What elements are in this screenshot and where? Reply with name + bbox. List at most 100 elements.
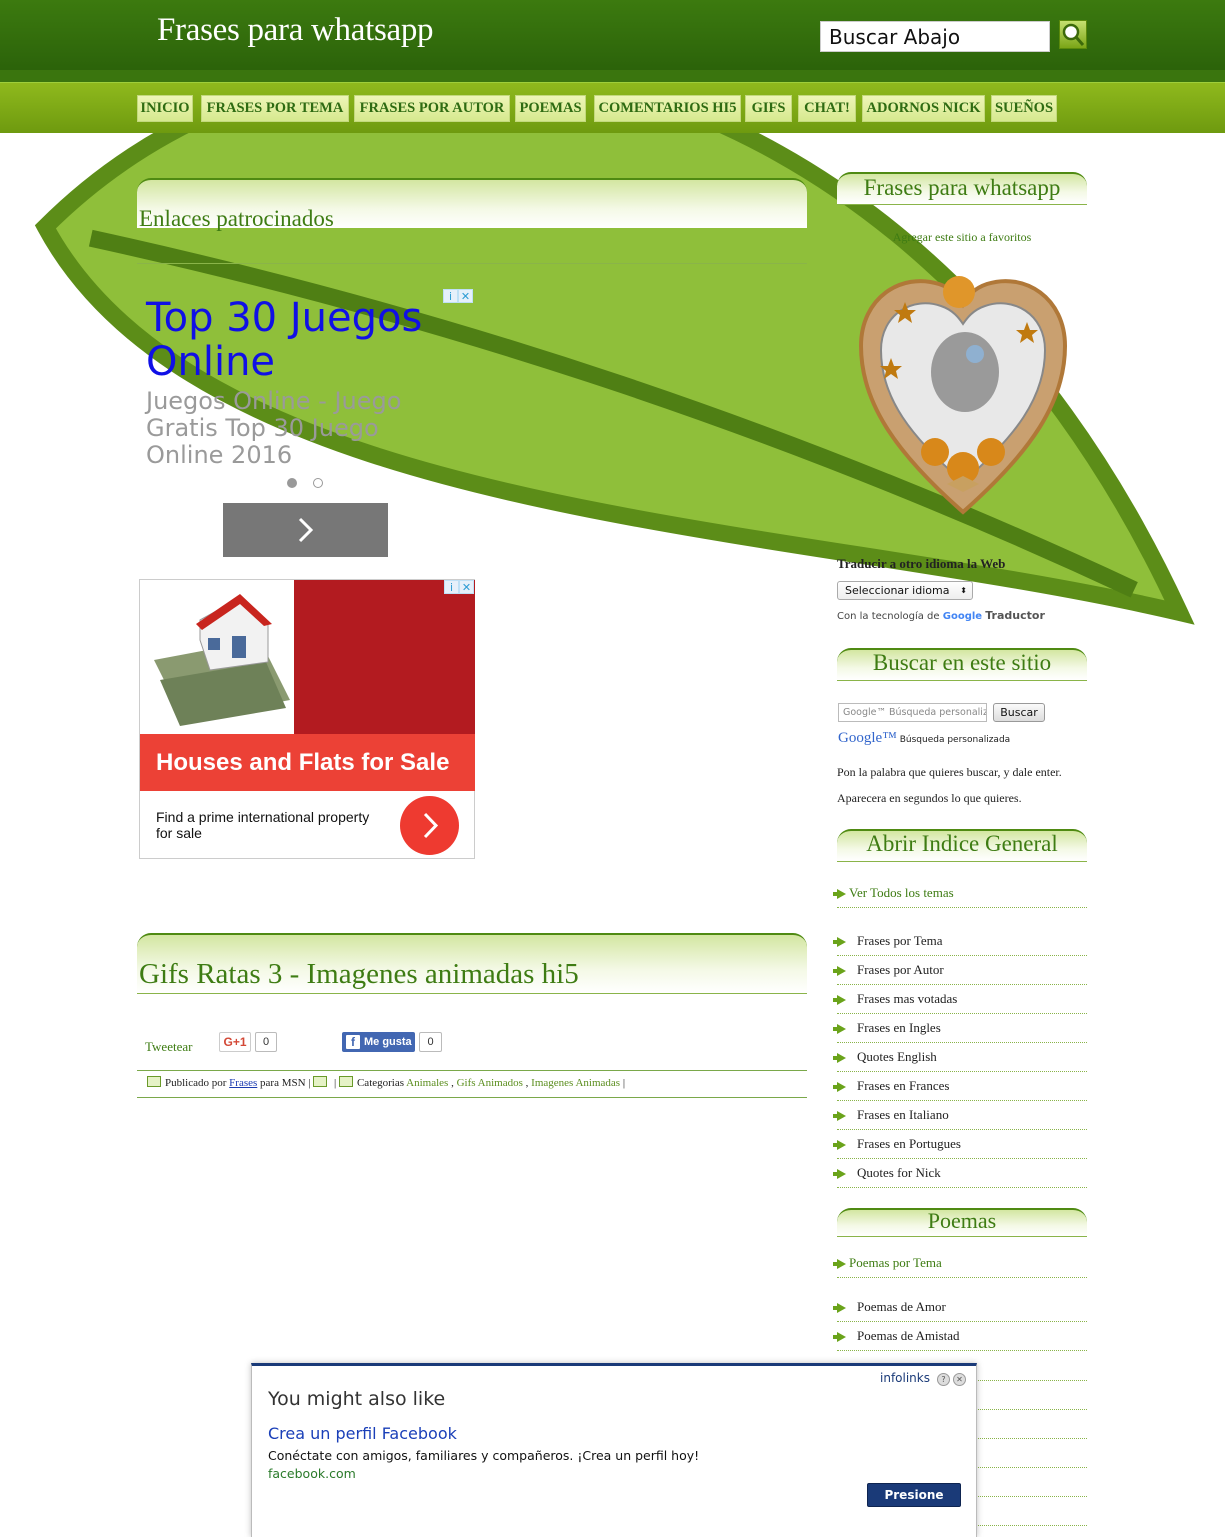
sidebar-link[interactable]: Quotes English bbox=[833, 1043, 1087, 1072]
arrow-right-icon bbox=[833, 1024, 846, 1034]
popup-title: You might also like bbox=[268, 1388, 446, 1410]
post-meta: Publicado por Frases para MSN | | Catego… bbox=[147, 1076, 625, 1089]
arrow-right-icon bbox=[833, 1140, 846, 1150]
index-box-title: Abrir Indice General bbox=[866, 831, 1058, 856]
translate-powered-by: Con la tecnología de Google Traductor bbox=[837, 609, 1045, 622]
ad-description[interactable]: Juegos Online - Juego Gratis Top 30 Jueg… bbox=[146, 388, 446, 469]
facebook-icon: f bbox=[346, 1035, 360, 1049]
ad-next-button[interactable] bbox=[223, 503, 388, 557]
search-button[interactable] bbox=[1059, 20, 1087, 49]
fb-like-count: 0 bbox=[419, 1032, 442, 1052]
nav-item-frases-por-tema[interactable]: FRASES POR TEMA bbox=[201, 95, 349, 122]
arrow-right-icon bbox=[833, 937, 846, 947]
sidebar-divider bbox=[837, 204, 1087, 205]
nav-item-adornos-nick[interactable]: ADORNOS NICK bbox=[862, 95, 985, 122]
popup-ad-link[interactable]: Crea un perfil Facebook bbox=[268, 1424, 457, 1443]
sponsored-divider bbox=[137, 263, 807, 264]
nav-item-chat[interactable]: CHAT! bbox=[798, 95, 856, 122]
site-search-input[interactable]: Google™ Búsqueda personalizada bbox=[838, 703, 987, 722]
arrow-right-icon bbox=[833, 1169, 846, 1179]
sidebar-site-title: Frases para whatsapp bbox=[863, 175, 1061, 200]
sidebar-link[interactable]: Frases en Portugues bbox=[833, 1130, 1087, 1159]
carousel-dot[interactable] bbox=[313, 478, 323, 488]
category-link-animales[interactable]: Animales bbox=[406, 1077, 448, 1089]
sidebar-link[interactable]: Frases en Frances bbox=[833, 1072, 1087, 1101]
sidebar-link[interactable]: Frases en Ingles bbox=[833, 1014, 1087, 1043]
arrow-right-icon bbox=[833, 995, 846, 1005]
header-search-input[interactable]: Buscar Abajo bbox=[820, 21, 1050, 52]
popup-cta-button[interactable]: Presione Aquí bbox=[867, 1483, 961, 1524]
nav-item-poemas[interactable]: POEMAS bbox=[515, 95, 586, 122]
fb-like-label: Me gusta bbox=[364, 1036, 412, 1048]
arrow-right-icon bbox=[833, 1082, 846, 1092]
sidebar-link[interactable]: Frases en Italiano bbox=[833, 1101, 1087, 1130]
nav-item-suenos[interactable]: SUEÑOS bbox=[991, 95, 1057, 122]
google-custom-search-brand: Google™ Búsqueda personalizada bbox=[838, 730, 1011, 746]
carousel-dot-active[interactable] bbox=[287, 478, 297, 488]
sponsored-heading: Enlaces patrocinados bbox=[139, 206, 334, 231]
folder-icon bbox=[338, 1076, 353, 1087]
index-divider bbox=[837, 861, 1087, 862]
close-icon[interactable]: ✕ bbox=[953, 1373, 966, 1386]
sidebar-link[interactable]: Poemas de Amistad bbox=[833, 1322, 1087, 1351]
search-box-title: Buscar en este sitio bbox=[872, 650, 1052, 675]
category-link-imagenes-animadas[interactable]: Imagenes Animadas bbox=[531, 1077, 620, 1089]
category-link-gifs-animados[interactable]: Gifs Animados bbox=[457, 1077, 523, 1089]
post-icon bbox=[147, 1076, 161, 1087]
poems-divider bbox=[837, 1236, 1087, 1237]
chevron-right-icon bbox=[298, 517, 314, 543]
ad-go-button[interactable] bbox=[400, 796, 459, 855]
infolinks-logo[interactable]: infolinks bbox=[880, 1371, 930, 1385]
magnifier-icon bbox=[1062, 23, 1085, 46]
arrow-right-icon bbox=[833, 1303, 846, 1313]
sidebar-link[interactable]: Quotes for Nick bbox=[833, 1159, 1087, 1188]
language-select[interactable]: Seleccionar idioma ⬍ bbox=[837, 581, 973, 600]
arrow-right-icon bbox=[833, 889, 846, 899]
popup-ad-url[interactable]: facebook.com bbox=[268, 1466, 356, 1481]
translate-label: Traducir a otro idioma la Web bbox=[837, 556, 1006, 571]
author-link[interactable]: Frases bbox=[229, 1077, 257, 1089]
ad-choices-icon[interactable]: i ✕ bbox=[444, 580, 474, 594]
gplus-count: 0 bbox=[255, 1032, 277, 1052]
arrow-right-icon bbox=[833, 1053, 846, 1063]
sidebar-link[interactable]: Frases mas votadas bbox=[833, 985, 1087, 1014]
ad-title-link[interactable]: Top 30 Juegos Online bbox=[146, 296, 446, 384]
add-favorites-link[interactable]: Agregar este sitio a favoritos bbox=[837, 230, 1087, 245]
site-title[interactable]: Frases para whatsapp bbox=[157, 12, 434, 49]
poems-all-link[interactable]: Poemas por Tema bbox=[833, 1249, 1087, 1278]
arrow-right-icon bbox=[833, 966, 846, 976]
ad-banner-text[interactable]: Houses and Flats for Sale bbox=[140, 734, 475, 791]
calendar-icon bbox=[313, 1076, 328, 1087]
nav-item-comentarios-hi5[interactable]: COMENTARIOS HI5 bbox=[594, 95, 741, 122]
header-divider bbox=[0, 70, 1225, 83]
help-icon[interactable]: ? bbox=[937, 1373, 950, 1386]
popup-ad-description: Conéctate con amigos, familiares y compa… bbox=[268, 1448, 700, 1463]
gplus-button[interactable]: G+1 bbox=[219, 1032, 251, 1052]
nav-item-frases-por-autor[interactable]: FRASES POR AUTOR bbox=[354, 95, 510, 122]
arrow-right-icon bbox=[833, 1259, 846, 1269]
site-search-button[interactable]: Buscar bbox=[993, 703, 1045, 722]
google-logo: Google bbox=[942, 611, 983, 622]
meta-bottom-divider bbox=[137, 1097, 807, 1098]
ad-body-text[interactable]: Find a prime international property for … bbox=[156, 809, 386, 841]
poems-box-title: Poemas bbox=[927, 1208, 997, 1233]
search-divider bbox=[837, 680, 1087, 681]
infolinks-popup[interactable]: You might also like infolinks ? ✕ Crea u… bbox=[251, 1363, 977, 1537]
tweet-button[interactable]: Tweetear bbox=[145, 1039, 192, 1055]
chevron-right-icon bbox=[423, 812, 439, 839]
sidebar-link[interactable]: Frases por Tema bbox=[833, 927, 1087, 956]
nav-item-inicio[interactable]: INICIO bbox=[137, 95, 193, 122]
index-all-link[interactable]: Ver Todos los temas bbox=[833, 879, 1087, 908]
sidebar-link[interactable]: Poemas de Amor bbox=[833, 1293, 1087, 1322]
ad-red-panel bbox=[294, 580, 475, 734]
house-money-image bbox=[140, 580, 294, 734]
sidebar-link[interactable]: Frases por Autor bbox=[833, 956, 1087, 985]
meta-top-divider bbox=[137, 1070, 807, 1071]
nav-item-gifs[interactable]: GIFS bbox=[745, 95, 792, 122]
fb-like-button[interactable]: f Me gusta bbox=[342, 1032, 415, 1052]
property-ad[interactable]: i ✕ Houses and Flats for Sale Find a prim… bbox=[139, 579, 475, 859]
ad-choices-icon[interactable]: i ✕ bbox=[443, 289, 473, 303]
search-help-text: Pon la palabra que quieres buscar, y dal… bbox=[837, 765, 1062, 805]
post-title[interactable]: Gifs Ratas 3 - Imagenes animadas hi5 bbox=[139, 958, 579, 991]
heart-gif-image bbox=[858, 276, 1068, 515]
